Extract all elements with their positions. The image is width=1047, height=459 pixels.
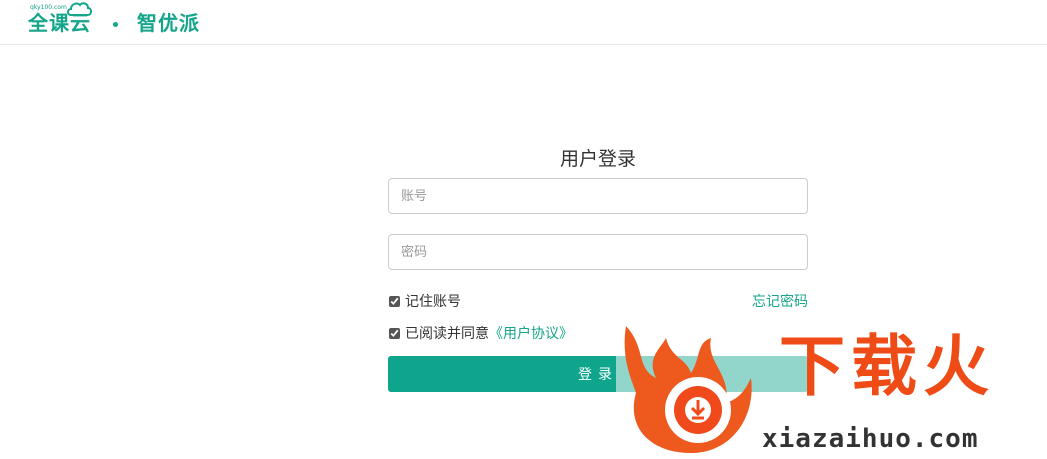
remember-checkbox[interactable] <box>389 295 400 307</box>
login-button[interactable]: 登录 <box>388 356 808 392</box>
login-form: 用户登录 记住账号 忘记密码 已阅读并同意 《用户协议》 登录 <box>388 144 808 392</box>
watermark-url: xiazaihuo.com <box>762 424 979 454</box>
agreement-checkbox[interactable] <box>389 327 400 339</box>
top-header: qky100.com 全课云 智优派 <box>0 0 1047 45</box>
brand-url-text: qky100.com <box>30 4 67 11</box>
agreement-label: 已阅读并同意 <box>405 326 489 342</box>
password-input[interactable] <box>388 234 808 270</box>
user-agreement-link[interactable]: 《用户协议》 <box>489 323 573 343</box>
brand-main-logo: qky100.com 全课云 <box>28 2 92 33</box>
remember-label: 记住账号 <box>405 294 461 310</box>
account-input[interactable] <box>388 178 808 214</box>
brand-logo[interactable]: qky100.com 全课云 智优派 <box>28 2 200 38</box>
agreement-row: 已阅读并同意 《用户协议》 <box>388 323 808 343</box>
forgot-password-link[interactable]: 忘记密码 <box>752 291 808 311</box>
cloud-icon <box>67 2 92 16</box>
login-title: 用户登录 <box>559 148 636 170</box>
brand-separator-dot <box>113 21 118 27</box>
watermark-logo-text: 下载火 <box>779 328 995 405</box>
brand-sub-text: 智优派 <box>137 11 200 35</box>
remember-row: 记住账号 忘记密码 <box>388 291 808 311</box>
